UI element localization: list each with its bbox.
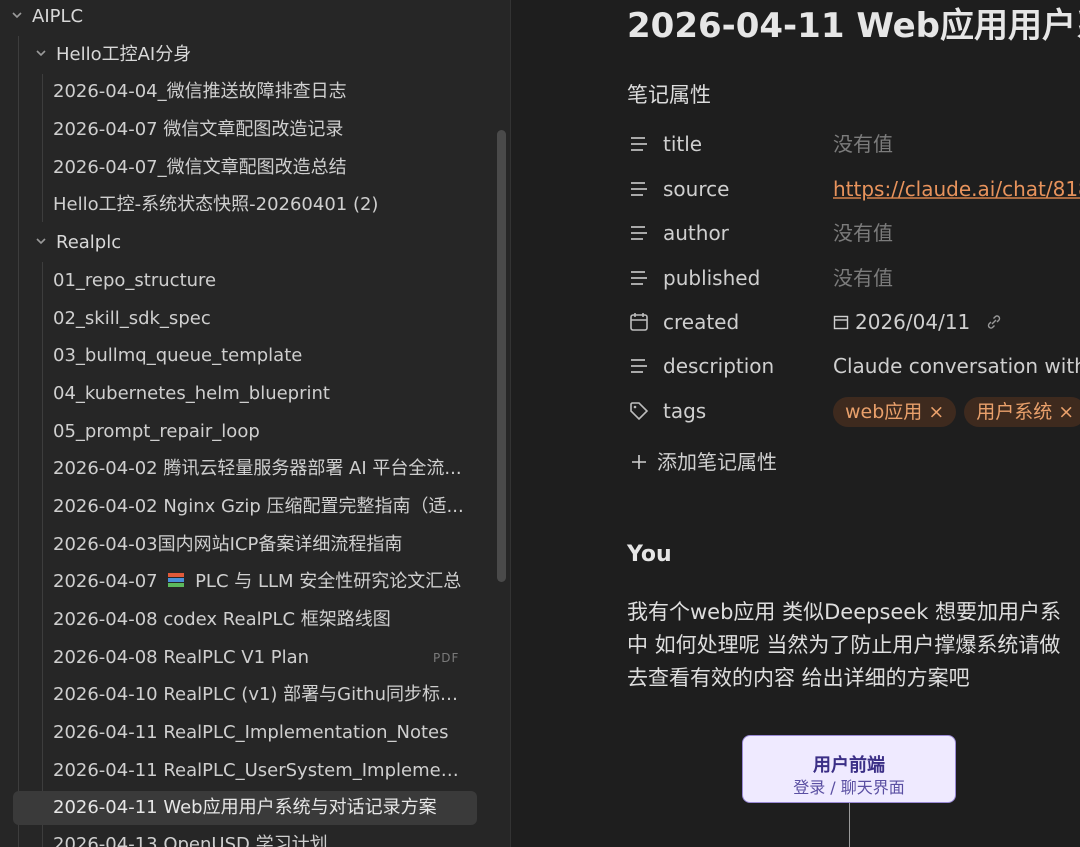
properties-heading[interactable]: 笔记属性	[627, 78, 711, 112]
add-property-label: 添加笔记属性	[657, 450, 777, 474]
file-item-plc-llm[interactable]: 2026-04-07 PLC 与 LLM 安全性研究论文汇总	[53, 565, 468, 599]
text-lines-icon	[631, 226, 647, 240]
file-item[interactable]: 2026-04-08 RealPLC V1 Plan	[53, 641, 468, 675]
diagram-connector	[849, 803, 850, 847]
message-line: 去查看有效的内容 给出详细的方案吧	[627, 666, 970, 690]
file-item[interactable]: 03_bullmq_queue_template	[53, 339, 468, 373]
property-key: description	[663, 354, 775, 378]
source-link[interactable]: https://claude.ai/chat/818	[833, 169, 1080, 209]
property-key: created	[663, 310, 740, 334]
folder-label: Realplc	[56, 232, 122, 253]
property-key: tags	[663, 399, 707, 423]
file-item[interactable]: 2026-04-04_微信推送故障排查日志	[53, 75, 468, 109]
file-item[interactable]: 2026-04-10 RealPLC (v1) 部署与Githu同步标准...	[53, 678, 468, 712]
property-value[interactable]: Claude conversation with 1	[833, 346, 1080, 386]
file-item[interactable]: 2026-04-02 腾讯云轻量服务器部署 AI 平台全流...	[53, 452, 468, 486]
tag-pill[interactable]: web应用 ×	[833, 397, 957, 427]
message-line: 中 如何处理呢 当然为了防止用户撑爆系统请做	[627, 633, 1061, 657]
file-item[interactable]: 04_kubernetes_helm_blueprint	[53, 377, 468, 411]
pdf-badge: PDF	[433, 651, 460, 665]
folder-aiplc[interactable]: AIPLC	[10, 0, 83, 34]
message-line: 我有个web应用 类似Deepseek 想要加用户系	[627, 600, 1062, 624]
link-icon[interactable]	[985, 313, 1003, 331]
property-key: published	[663, 266, 761, 290]
chevron-down-icon	[36, 50, 46, 57]
date-value[interactable]: 2026/04/11	[833, 302, 1003, 342]
chevron-down-icon	[36, 238, 46, 245]
node-title: 用户前端	[813, 755, 885, 776]
plus-icon	[632, 454, 646, 469]
file-item[interactable]: 01_repo_structure	[53, 264, 468, 298]
property-value[interactable]: 没有值	[833, 258, 893, 298]
file-item-suffix: PLC 与 LLM 安全性研究论文汇总	[195, 571, 462, 592]
property-key: source	[663, 177, 730, 201]
property-key: author	[663, 221, 729, 245]
page-title[interactable]: 2026-04-11 Web应用用户系	[627, 2, 1080, 50]
file-item[interactable]: 2026-04-03国内网站ICP备案详细流程指南	[53, 528, 468, 562]
tags-list: web应用 × 用户系统 ×	[833, 391, 1080, 431]
tag-pill[interactable]: 用户系统 ×	[964, 397, 1080, 427]
file-item[interactable]: 2026-04-02 Nginx Gzip 压缩配置完整指南（适...	[53, 490, 468, 524]
sidebar-scrollbar[interactable]	[497, 130, 506, 582]
property-value[interactable]: 没有值	[833, 124, 893, 164]
file-item[interactable]: 2026-04-11 RealPLC_UserSystem_Implementa…	[53, 754, 468, 788]
tree-indent-guide	[42, 262, 43, 847]
message-body: 我有个web应用 类似Deepseek 想要加用户系 中 如何处理呢 当然为了防…	[627, 596, 1080, 695]
speaker-heading: You	[627, 542, 672, 567]
property-value[interactable]: 没有值	[833, 213, 893, 253]
date-text: 2026/04/11	[855, 310, 971, 334]
text-lines-icon	[631, 359, 647, 373]
file-item[interactable]: 2026-04-07_微信文章配图改造总结	[53, 151, 468, 185]
folder-realplc[interactable]: Realplc	[34, 226, 121, 260]
file-item[interactable]: 2026-04-07 微信文章配图改造记录	[53, 113, 468, 147]
file-item[interactable]: 05_prompt_repair_loop	[53, 415, 468, 449]
file-item-prefix: 2026-04-07	[53, 571, 158, 592]
diagram-node-frontend: 用户前端 登录 / 聊天界面	[742, 735, 956, 803]
folder-hello-gongkong[interactable]: Hello工控AI分身	[34, 38, 191, 72]
calendar-small-icon	[833, 315, 849, 329]
text-lines-icon	[631, 182, 647, 196]
file-item[interactable]: 2026-04-08 codex RealPLC 框架路线图	[53, 603, 468, 637]
note-editor: 2026-04-11 Web应用用户系 笔记属性 title 没有值 sourc…	[511, 0, 1080, 847]
tree-indent-guide	[42, 74, 43, 222]
tree-indent-guide	[18, 36, 19, 847]
file-item[interactable]: 2026-04-11 RealPLC_Implementation_Notes	[53, 716, 468, 750]
folder-label: Hello工控AI分身	[56, 44, 192, 65]
folder-label: AIPLC	[32, 6, 84, 27]
tag-icon	[630, 402, 649, 421]
file-item[interactable]: 02_skill_sdk_spec	[53, 302, 468, 336]
file-item[interactable]: Hello工控-系统状态快照-20260401 (2)	[53, 188, 468, 222]
text-lines-icon	[631, 271, 647, 285]
file-explorer-sidebar: AIPLC Hello工控AI分身 2026-04-04_微信推送故障排查日志 …	[0, 0, 511, 847]
books-icon	[168, 573, 185, 587]
node-subtitle: 登录 / 聊天界面	[793, 778, 905, 797]
chevron-down-icon	[12, 12, 22, 19]
file-item-active[interactable]: 2026-04-11 Web应用用户系统与对话记录方案	[13, 791, 477, 825]
property-key: title	[663, 132, 703, 156]
add-property-button[interactable]: 添加笔记属性	[631, 442, 777, 482]
text-lines-icon	[631, 137, 647, 151]
calendar-icon	[630, 313, 648, 331]
file-item[interactable]: 2026-04-13 OpenUSD 学习计划	[53, 828, 468, 847]
